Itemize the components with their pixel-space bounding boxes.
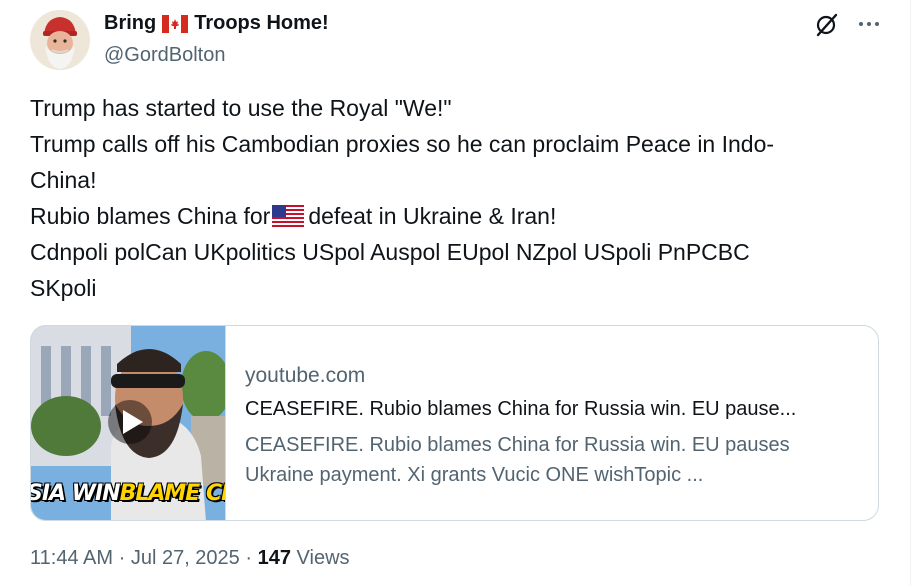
card-description: CEASEFIRE. Rubio blames China for Russia… <box>245 430 865 490</box>
grok-icon[interactable] <box>814 12 840 38</box>
views-count[interactable]: 147 <box>258 547 291 569</box>
thumbnail-caption-white: SIA WIN <box>31 481 121 506</box>
card-description-line: Ukraine payment. Xi grants Vucic ONE wis… <box>245 464 704 486</box>
tweet-line-part: Rubio blames China for <box>30 203 271 229</box>
views-label: Views <box>296 547 350 569</box>
tweet-time[interactable]: 11:44 AM <box>30 547 113 569</box>
tweet-line: China! <box>30 167 97 193</box>
tweet-date[interactable]: Jul 27, 2025 <box>131 547 240 569</box>
us-flag-icon <box>272 205 305 227</box>
avatar[interactable] <box>30 10 90 70</box>
card-domain: youtube.com <box>245 364 366 387</box>
thumbnail-caption-yellow: BLAME CH <box>119 481 225 506</box>
tweet-line: Rubio blames China for defeat in Ukraine… <box>30 198 890 234</box>
tweet-meta: 11:44 AM · Jul 27, 2025 · 147 Views <box>30 547 350 570</box>
tweet-line-part: defeat in Ukraine & Iran! <box>308 203 557 229</box>
thumbnail-caption: SIA WINBLAME CH <box>31 481 225 506</box>
canada-flag-icon <box>162 14 189 33</box>
separator: · <box>245 547 253 569</box>
author-handle[interactable]: @GordBolton <box>104 44 225 67</box>
tweet-line: Trump calls off his Cambodian proxies so… <box>30 131 775 157</box>
video-thumbnail[interactable]: SIA WINBLAME CH <box>31 326 226 520</box>
author-name[interactable]: Bring Troops Home! <box>104 12 329 35</box>
tweet-line: Trump has started to use the Royal "We!" <box>30 95 452 121</box>
card-title: CEASEFIRE. Rubio blames China for Russia… <box>245 398 797 420</box>
more-icon[interactable] <box>856 14 882 34</box>
tweet-line: SKpoli <box>30 275 97 301</box>
card-description-line: CEASEFIRE. Rubio blames China for Russia… <box>245 434 790 456</box>
column-border <box>910 0 916 586</box>
link-preview-card[interactable]: SIA WINBLAME CH youtube.com CEASEFIRE. R… <box>30 325 879 521</box>
tweet-line: Cdnpoli polCan UKpolitics USpol Auspol E… <box>30 239 750 265</box>
author-name-part2: Troops Home! <box>194 12 329 34</box>
avatar-image <box>30 10 90 70</box>
separator: · <box>118 547 126 569</box>
author-name-part1: Bring <box>104 12 157 34</box>
tweet-text: Trump has started to use the Royal "We!"… <box>30 90 890 306</box>
